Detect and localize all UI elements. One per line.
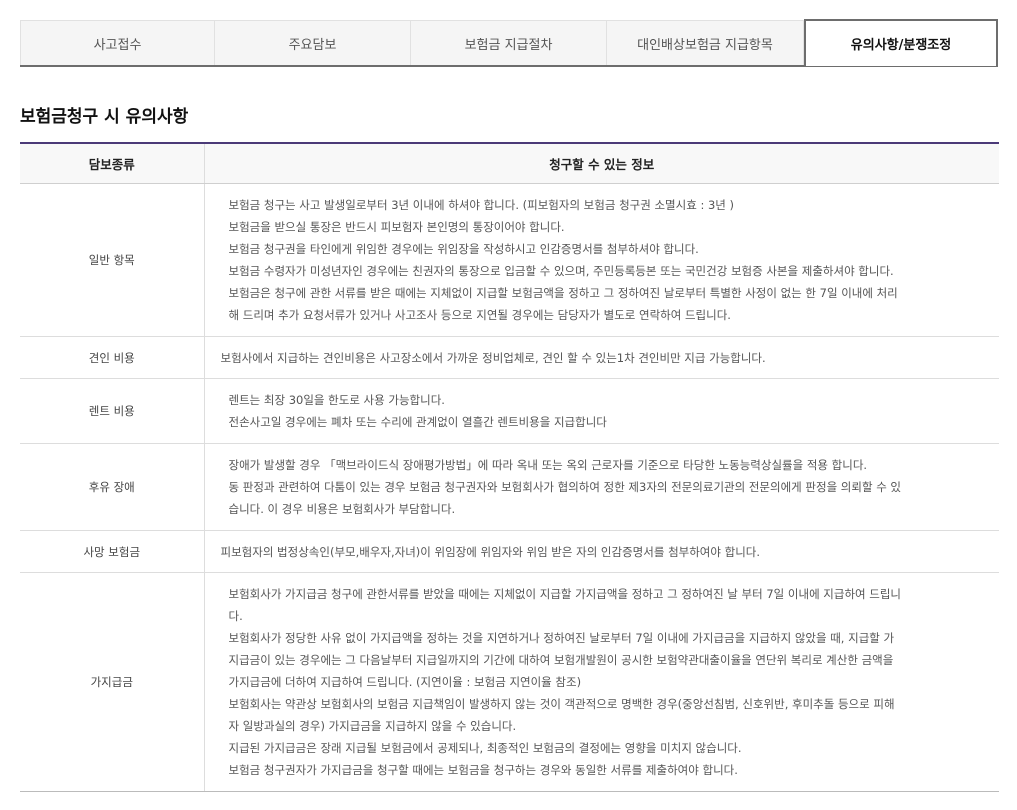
row-description: 보험금 청구는 사고 발생일로부터 3년 이내에 하셔야 합니다. (피보험자의… bbox=[203, 183, 999, 337]
description-line: 지급된 가지급금은 장래 지급될 보험금에서 공제되나, 최종적인 보험금의 결… bbox=[228, 741, 742, 755]
description-line: 자 일방과실의 경우) 가지급금을 지급하지 않을 수 있습니다. bbox=[228, 719, 517, 733]
tab-accident-report[interactable]: 사고접수 bbox=[20, 20, 215, 65]
row-category: 가지급금 bbox=[20, 572, 204, 792]
row-description: 렌트는 최장 30일을 한도로 사용 가능합니다. 전손사고일 경우에는 폐차 … bbox=[203, 378, 999, 444]
claim-notes-table: 담보종류 청구할 수 있는 정보 일반 항목 보험금 청구는 사고 발생일로부터… bbox=[20, 142, 999, 792]
tab-main-coverage[interactable]: 주요담보 bbox=[215, 20, 411, 65]
description-line: 동 판정과 관련하여 다툼이 있는 경우 보험금 청구권자와 보험회사가 협의하… bbox=[228, 480, 902, 494]
tab-bar: 사고접수 주요담보 보험금 지급절차 대인배상보험금 지급항목 유의사항/분쟁조… bbox=[20, 19, 998, 67]
row-category: 렌트 비용 bbox=[20, 378, 204, 444]
section-title: 보험금청구 시 유의사항 bbox=[20, 107, 189, 127]
row-category: 일반 항목 bbox=[20, 183, 204, 337]
table-row: 가지급금 보험회사가 가지급금 청구에 관한서류를 받았을 때에는 지체없이 지… bbox=[20, 572, 999, 792]
description-line: 보험금 청구권자가 가지급금을 청구할 때에는 보험금을 청구하는 경우와 동일… bbox=[228, 763, 738, 777]
table-header-row: 담보종류 청구할 수 있는 정보 bbox=[20, 142, 999, 184]
description-line: 전손사고일 경우에는 폐차 또는 수리에 관계없이 열흘간 렌트비용을 지급합니… bbox=[228, 415, 607, 429]
row-description: 보험사에서 지급하는 견인비용은 사고장소에서 가까운 정비업체로, 견인 할 … bbox=[203, 336, 999, 379]
row-description: 보험회사가 가지급금 청구에 관한서류를 받았을 때에는 지체없이 지급할 가지… bbox=[203, 572, 999, 792]
table-row: 렌트 비용 렌트는 최장 30일을 한도로 사용 가능합니다. 전손사고일 경우… bbox=[20, 378, 999, 444]
description-line: 보험금 청구권을 타인에게 위임한 경우에는 위임장을 작성하시고 인감증명서를… bbox=[228, 242, 699, 256]
description-line: 보험회사는 약관상 보험회사의 보험금 지급책임이 발생하지 않는 것이 객관적… bbox=[228, 697, 895, 711]
description-line: 보험회사가 가지급금 청구에 관한서류를 받았을 때에는 지체없이 지급할 가지… bbox=[228, 587, 902, 601]
description-line: 장애가 발생할 경우 「맥브라이드식 장애평가방법」에 따라 옥내 또는 옥외 … bbox=[228, 458, 868, 472]
description-line: 습니다. 이 경우 비용은 보험회사가 부담합니다. bbox=[228, 502, 456, 516]
description-line: 보험사에서 지급하는 견인비용은 사고장소에서 가까운 정비업체로, 견인 할 … bbox=[220, 350, 766, 365]
description-line: 해 드리며 추가 요청서류가 있거나 사고조사 등으로 지연될 경우에는 담당자… bbox=[228, 308, 731, 322]
tab-payment-procedure[interactable]: 보험금 지급절차 bbox=[411, 20, 607, 65]
description-line: 다. bbox=[228, 609, 243, 623]
description-line: 보험금을 받으실 통장은 반드시 피보험자 본인명의 통장이어야 합니다. bbox=[228, 220, 565, 234]
description-line: 가지급금에 더하여 지급하여 드립니다. (지연이율 : 보험금 지연이율 참조… bbox=[228, 675, 582, 689]
row-description: 장애가 발생할 경우 「맥브라이드식 장애평가방법」에 따라 옥내 또는 옥외 … bbox=[203, 443, 999, 531]
description-line: 보험금은 청구에 관한 서류를 받은 때에는 지체없이 지급할 보험금액을 정하… bbox=[228, 286, 898, 300]
description-line: 보험회사가 정당한 사유 없이 가지급액을 정하는 것을 지연하거나 정하여진 … bbox=[228, 631, 895, 645]
row-category: 견인 비용 bbox=[20, 336, 204, 379]
description-line: 보험금 수령자가 미성년자인 경우에는 친권자의 통장으로 입금할 수 있으며,… bbox=[228, 264, 894, 278]
tab-bodily-injury-items[interactable]: 대인배상보험금 지급항목 bbox=[607, 20, 804, 65]
column-header-claim-info: 청구할 수 있는 정보 bbox=[203, 142, 999, 184]
description-line: 보험금 청구는 사고 발생일로부터 3년 이내에 하셔야 합니다. (피보험자의… bbox=[228, 198, 735, 212]
description-line: 지급금이 있는 경우에는 그 다음날부터 지급일까지의 기간에 대하여 보험개발… bbox=[228, 653, 894, 667]
table-row: 일반 항목 보험금 청구는 사고 발생일로부터 3년 이내에 하셔야 합니다. … bbox=[20, 183, 999, 337]
tab-notes-dispute[interactable]: 유의사항/분쟁조정 bbox=[804, 19, 998, 66]
table-row: 후유 장애 장애가 발생할 경우 「맥브라이드식 장애평가방법」에 따라 옥내 … bbox=[20, 443, 999, 531]
description-line: 피보험자의 법정상속인(부모,배우자,자녀)이 위임장에 위임자와 위임 받은 … bbox=[220, 544, 761, 559]
table-row: 사망 보험금 피보험자의 법정상속인(부모,배우자,자녀)이 위임장에 위임자와… bbox=[20, 530, 999, 573]
table-row: 견인 비용 보험사에서 지급하는 견인비용은 사고장소에서 가까운 정비업체로,… bbox=[20, 336, 999, 379]
row-description: 피보험자의 법정상속인(부모,배우자,자녀)이 위임장에 위임자와 위임 받은 … bbox=[203, 530, 999, 573]
description-line: 렌트는 최장 30일을 한도로 사용 가능합니다. bbox=[228, 393, 445, 407]
column-header-coverage-type: 담보종류 bbox=[20, 142, 204, 184]
row-category: 후유 장애 bbox=[20, 443, 204, 531]
row-category: 사망 보험금 bbox=[20, 530, 204, 573]
